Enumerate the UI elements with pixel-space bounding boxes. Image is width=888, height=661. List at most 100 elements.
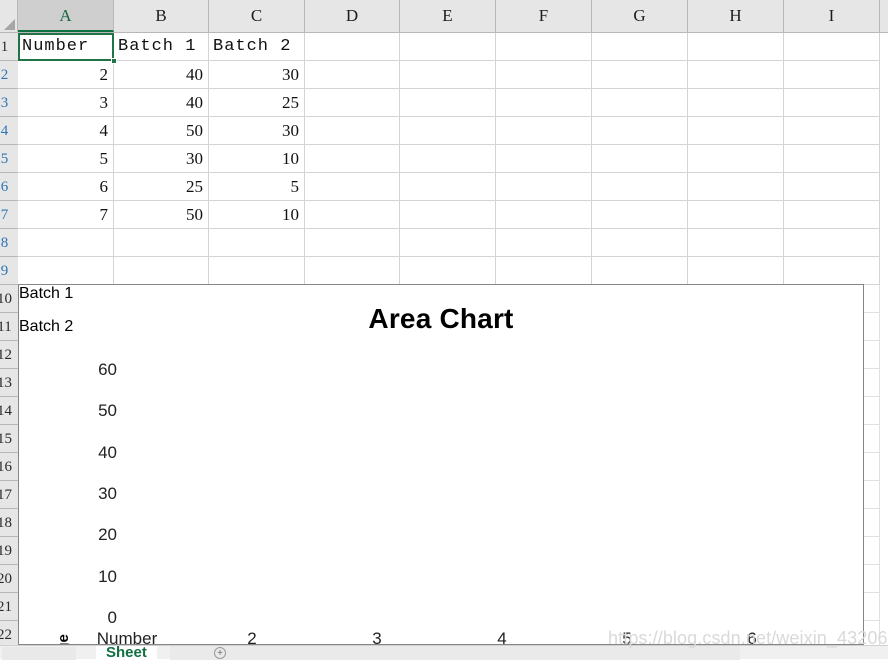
row-header-19[interactable]: 19 xyxy=(0,537,18,565)
fill-handle[interactable] xyxy=(111,58,117,64)
cell-F4[interactable] xyxy=(496,117,592,145)
cell-B8[interactable] xyxy=(114,229,209,257)
cell-B9[interactable] xyxy=(114,257,209,285)
cell-F7[interactable] xyxy=(496,201,592,229)
cell-F1[interactable] xyxy=(496,33,592,61)
cell-H8[interactable] xyxy=(688,229,784,257)
row-header-20[interactable]: 20 xyxy=(0,565,18,593)
row-header-8[interactable]: 8 xyxy=(0,229,18,257)
cell-value-A2: 2 xyxy=(99,65,109,84)
cell-I7[interactable] xyxy=(784,201,880,229)
cell-F2[interactable] xyxy=(496,61,592,89)
row-header-18[interactable]: 18 xyxy=(0,509,18,537)
cell-H9[interactable] xyxy=(688,257,784,285)
cell-H6[interactable] xyxy=(688,173,784,201)
column-header-a[interactable]: A xyxy=(18,0,114,32)
cell-E6[interactable] xyxy=(400,173,496,201)
cell-C8[interactable] xyxy=(209,229,305,257)
cell-E8[interactable] xyxy=(400,229,496,257)
cell-D7[interactable] xyxy=(305,201,400,229)
row-header-15[interactable]: 15 xyxy=(0,425,18,453)
cell-A9[interactable] xyxy=(18,257,114,285)
row-header-2[interactable]: 2 xyxy=(0,61,18,89)
cell-H2[interactable] xyxy=(688,61,784,89)
cell-G2[interactable] xyxy=(592,61,688,89)
cell-I5[interactable] xyxy=(784,145,880,173)
row-header-4[interactable]: 4 xyxy=(0,117,18,145)
cell-D8[interactable] xyxy=(305,229,400,257)
cell-H7[interactable] xyxy=(688,201,784,229)
column-header-e[interactable]: E xyxy=(400,0,496,32)
cell-D1[interactable] xyxy=(305,33,400,61)
row-header-7[interactable]: 7 xyxy=(0,201,18,229)
cell-I9[interactable] xyxy=(784,257,880,285)
area-chart-object[interactable]: Area Chart Percentage 0 10 20 30 40 50 60 Numb… xyxy=(18,284,864,645)
cell-D3[interactable] xyxy=(305,89,400,117)
cell-C9[interactable] xyxy=(209,257,305,285)
cell-I8[interactable] xyxy=(784,229,880,257)
cell-H5[interactable] xyxy=(688,145,784,173)
column-header-i[interactable]: I xyxy=(784,0,880,32)
cell-E4[interactable] xyxy=(400,117,496,145)
cell-E1[interactable] xyxy=(400,33,496,61)
cell-F6[interactable] xyxy=(496,173,592,201)
cell-G4[interactable] xyxy=(592,117,688,145)
row-header-17[interactable]: 17 xyxy=(0,481,18,509)
cell-H3[interactable] xyxy=(688,89,784,117)
column-header-h[interactable]: H xyxy=(688,0,784,32)
cell-G5[interactable] xyxy=(592,145,688,173)
cell-F5[interactable] xyxy=(496,145,592,173)
row-header-12[interactable]: 12 xyxy=(0,341,18,369)
cell-I1[interactable] xyxy=(784,33,880,61)
cell-G1[interactable] xyxy=(592,33,688,61)
row-header-5[interactable]: 5 xyxy=(0,145,18,173)
cell-F3[interactable] xyxy=(496,89,592,117)
cell-E7[interactable] xyxy=(400,201,496,229)
cell-H4[interactable] xyxy=(688,117,784,145)
cell-G3[interactable] xyxy=(592,89,688,117)
select-all-corner[interactable] xyxy=(0,0,18,33)
cell-D9[interactable] xyxy=(305,257,400,285)
row-header-11[interactable]: 11 xyxy=(0,313,18,341)
cell-D4[interactable] xyxy=(305,117,400,145)
row-header-3[interactable]: 3 xyxy=(0,89,18,117)
add-sheet-icon[interactable]: + xyxy=(214,647,226,659)
column-header-b[interactable]: B xyxy=(114,0,209,32)
cell-G7[interactable] xyxy=(592,201,688,229)
cell-E3[interactable] xyxy=(400,89,496,117)
cell-value-A4: 4 xyxy=(99,121,109,140)
row-header-21[interactable]: 21 xyxy=(0,593,18,621)
column-header-f[interactable]: F xyxy=(496,0,592,32)
legend-item-1[interactable]: Batch 1 xyxy=(19,285,863,303)
cell-I4[interactable] xyxy=(784,117,880,145)
cell-I6[interactable] xyxy=(784,173,880,201)
cell-E2[interactable] xyxy=(400,61,496,89)
sheet-tab[interactable]: Sheet xyxy=(96,645,157,660)
column-header-g[interactable]: G xyxy=(592,0,688,32)
row-header-10[interactable]: 10 xyxy=(0,285,18,313)
column-header-c[interactable]: C xyxy=(209,0,305,32)
sheet-nav-buttons[interactable] xyxy=(2,647,76,660)
row-header-13[interactable]: 13 xyxy=(0,369,18,397)
cell-D2[interactable] xyxy=(305,61,400,89)
y-tick-40: 40 xyxy=(98,442,117,462)
cell-G6[interactable] xyxy=(592,173,688,201)
cell-F8[interactable] xyxy=(496,229,592,257)
cell-E5[interactable] xyxy=(400,145,496,173)
cell-I2[interactable] xyxy=(784,61,880,89)
cell-I3[interactable] xyxy=(784,89,880,117)
row-header-9[interactable]: 9 xyxy=(0,257,18,285)
cell-D6[interactable] xyxy=(305,173,400,201)
cell-E9[interactable] xyxy=(400,257,496,285)
cell-F9[interactable] xyxy=(496,257,592,285)
cell-A8[interactable] xyxy=(18,229,114,257)
cell-H1[interactable] xyxy=(688,33,784,61)
row-header-1[interactable]: 1 xyxy=(0,33,18,61)
cell-G8[interactable] xyxy=(592,229,688,257)
row-header-14[interactable]: 14 xyxy=(0,397,18,425)
cell-D5[interactable] xyxy=(305,145,400,173)
row-header-6[interactable]: 6 xyxy=(0,173,18,201)
row-header-16[interactable]: 16 xyxy=(0,453,18,481)
column-header-d[interactable]: D xyxy=(305,0,400,32)
cell-G9[interactable] xyxy=(592,257,688,285)
